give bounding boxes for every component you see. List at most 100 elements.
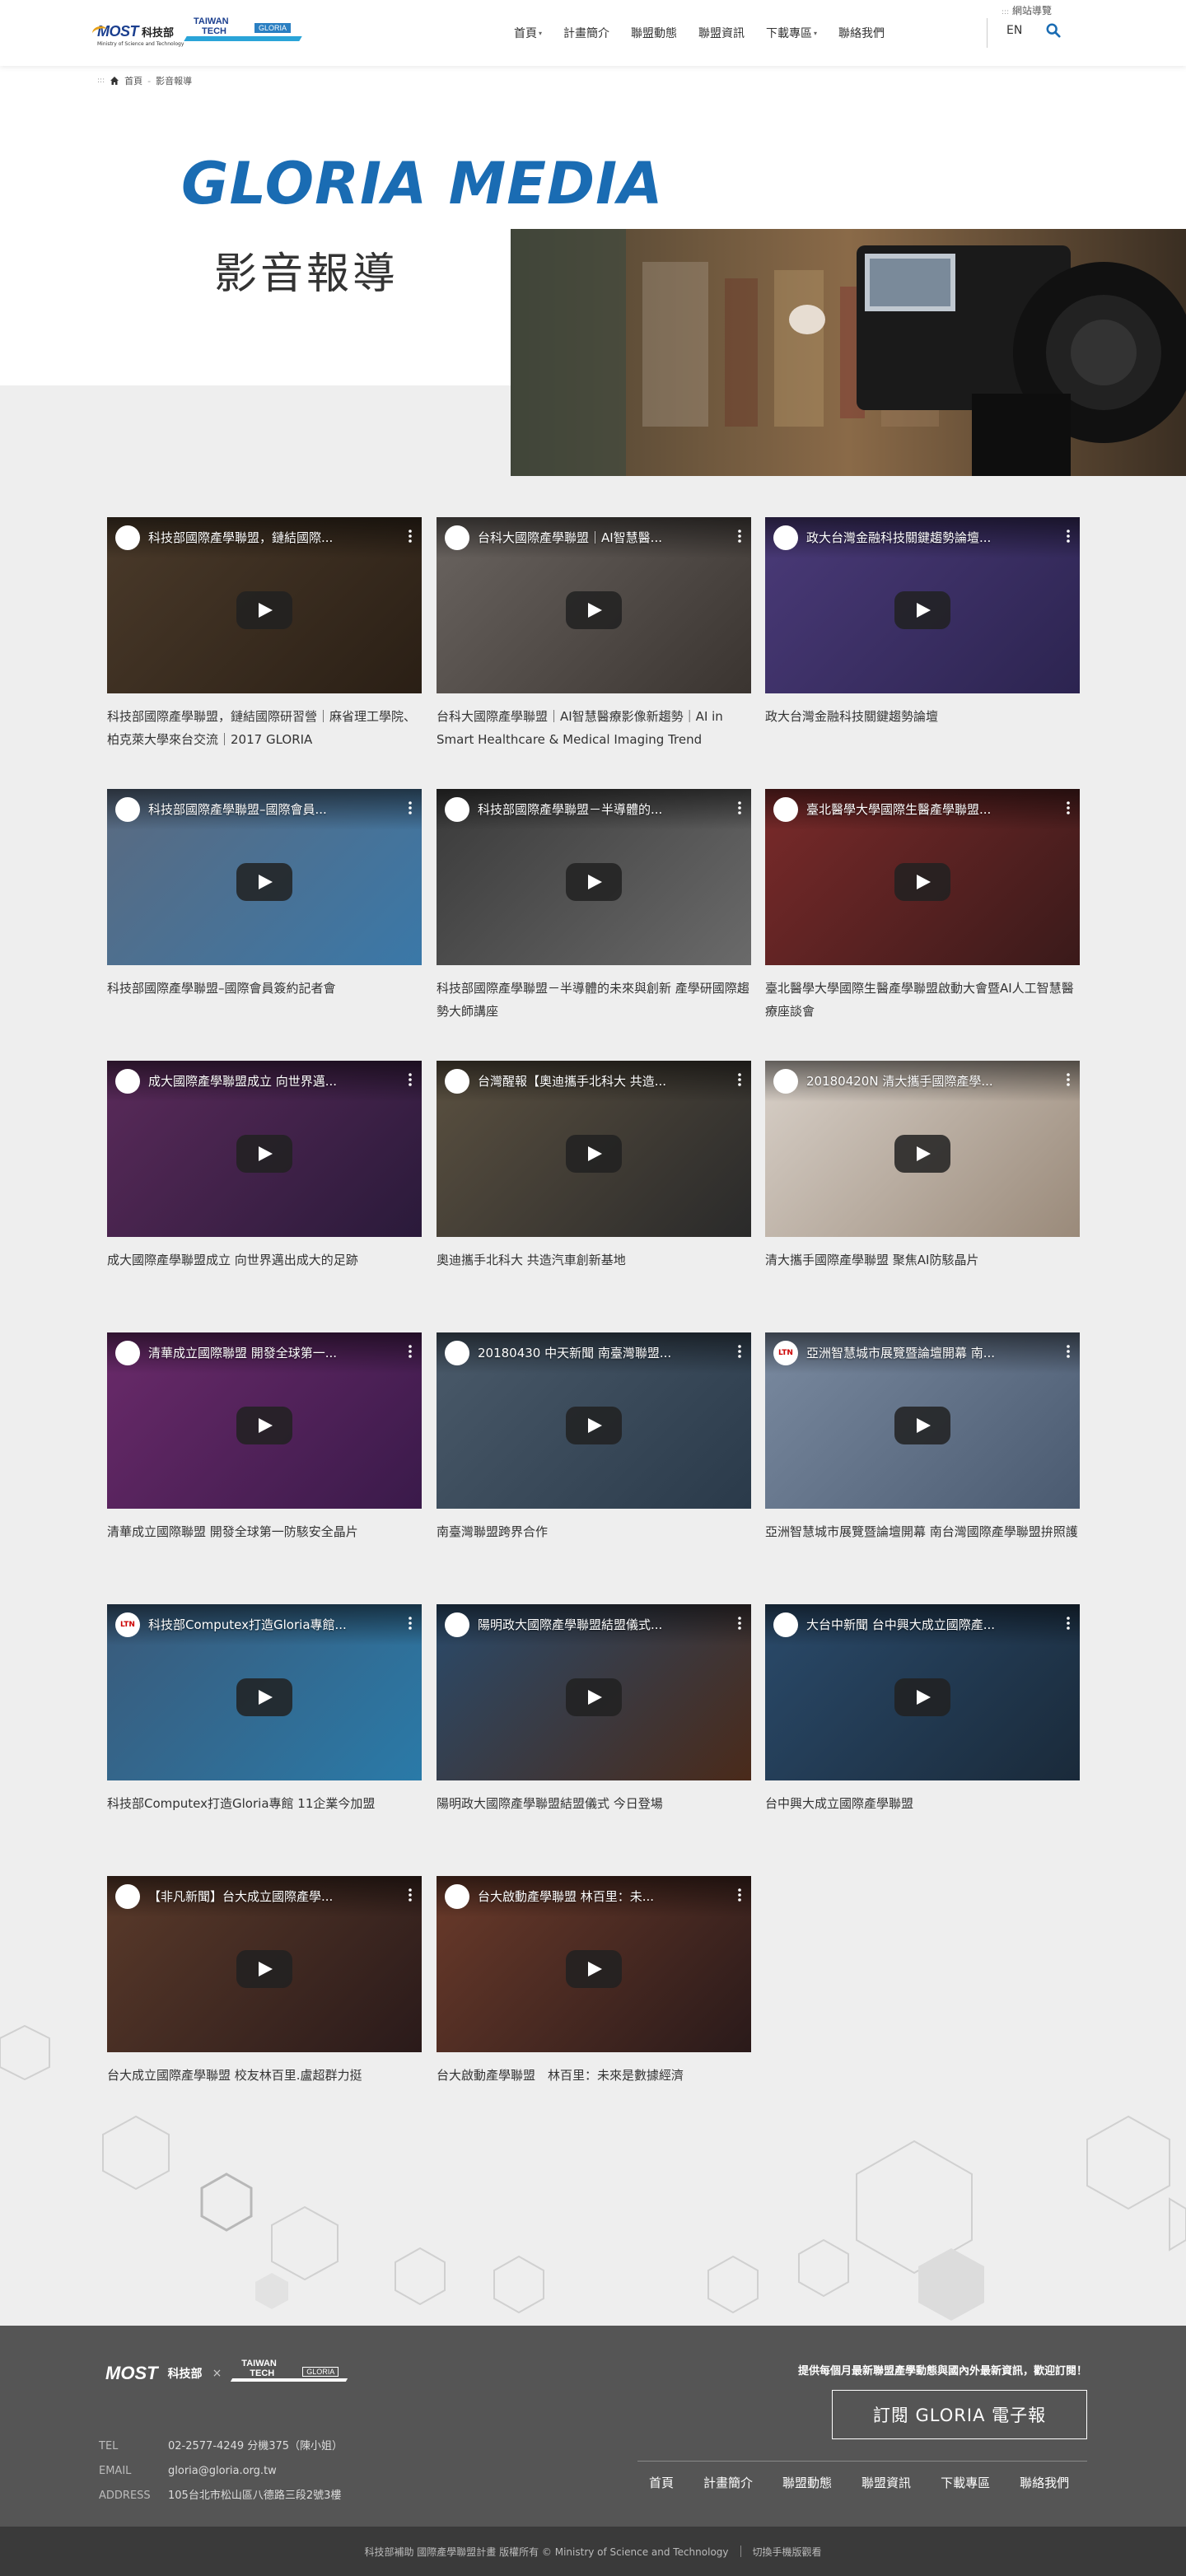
more-options-icon[interactable] bbox=[1067, 1072, 1070, 1087]
nav-item-2[interactable]: 聯盟動態 bbox=[631, 25, 677, 41]
channel-avatar[interactable]: LTN bbox=[115, 1612, 140, 1637]
play-icon[interactable] bbox=[236, 591, 292, 629]
video-title[interactable]: 科技部國際產學聯盟–國際會員... bbox=[148, 800, 395, 818]
video-title[interactable]: 台灣醒報【奧迪攜手北科大 共造... bbox=[478, 1072, 725, 1090]
footer-nav-item-2[interactable]: 聯盟動態 bbox=[782, 2474, 832, 2491]
more-options-icon[interactable] bbox=[409, 1072, 412, 1087]
play-icon[interactable] bbox=[566, 1407, 622, 1444]
more-options-icon[interactable] bbox=[738, 800, 741, 815]
play-icon[interactable] bbox=[894, 591, 950, 629]
more-options-icon[interactable] bbox=[738, 1888, 741, 1902]
footer-nav-item-3[interactable]: 聯盟資訊 bbox=[861, 2474, 911, 2491]
nav-item-4[interactable]: 下載專區 ▾ bbox=[766, 25, 817, 41]
video-title[interactable]: 台科大國際產學聯盟｜AI智慧醫... bbox=[478, 529, 725, 546]
video-title[interactable]: 【非凡新聞】台大成立國際產學... bbox=[148, 1888, 395, 1905]
video-player[interactable]: LTN 科技部Computex打造Gloria專館... bbox=[107, 1604, 422, 1780]
more-options-icon[interactable] bbox=[1067, 529, 1070, 544]
channel-avatar[interactable] bbox=[773, 1069, 798, 1094]
video-title[interactable]: 20180430 中天新聞 南臺灣聯盟... bbox=[478, 1344, 725, 1361]
play-icon[interactable] bbox=[894, 1678, 950, 1716]
video-title[interactable]: 大台中新聞 台中興大成立國際產... bbox=[806, 1616, 1053, 1633]
nav-item-3[interactable]: 聯盟資訊 bbox=[698, 25, 745, 41]
video-player[interactable]: 臺北醫學大學國際生醫產學聯盟... bbox=[765, 789, 1080, 965]
channel-avatar[interactable] bbox=[115, 525, 140, 550]
channel-avatar[interactable] bbox=[773, 797, 798, 822]
more-options-icon[interactable] bbox=[738, 1072, 741, 1087]
more-options-icon[interactable] bbox=[409, 800, 412, 815]
channel-avatar[interactable] bbox=[445, 1069, 469, 1094]
video-title[interactable]: 科技部國際產學聯盟，鏈結國際... bbox=[148, 529, 395, 546]
channel-avatar[interactable] bbox=[445, 797, 469, 822]
play-icon[interactable] bbox=[894, 863, 950, 901]
video-title[interactable]: 20180420N 清大攜手國際產學... bbox=[806, 1072, 1053, 1090]
nav-item-5[interactable]: 聯絡我們 bbox=[838, 25, 885, 41]
home-icon[interactable] bbox=[110, 76, 119, 86]
video-player[interactable]: 成大國際產學聯盟成立 向世界邁... bbox=[107, 1061, 422, 1237]
channel-avatar[interactable] bbox=[445, 1612, 469, 1637]
channel-avatar[interactable] bbox=[445, 525, 469, 550]
channel-avatar[interactable]: LTN bbox=[773, 1341, 798, 1365]
more-options-icon[interactable] bbox=[1067, 1344, 1070, 1359]
taiwan-tech-logo[interactable]: TAIWAN TECH GLORIA bbox=[184, 15, 302, 48]
video-player[interactable]: 科技部國際產學聯盟–國際會員... bbox=[107, 789, 422, 965]
video-player[interactable]: 政大台灣金融科技關鍵趨勢論壇... bbox=[765, 517, 1080, 693]
breadcrumb-home[interactable]: 首頁 bbox=[124, 74, 142, 87]
footer-nav-item-4[interactable]: 下載專區 bbox=[941, 2474, 990, 2491]
play-icon[interactable] bbox=[566, 1678, 622, 1716]
more-options-icon[interactable] bbox=[1067, 1616, 1070, 1631]
channel-avatar[interactable] bbox=[115, 1341, 140, 1365]
video-title[interactable]: 科技部Computex打造Gloria專館... bbox=[148, 1616, 395, 1633]
play-icon[interactable] bbox=[566, 863, 622, 901]
search-icon[interactable] bbox=[1046, 23, 1061, 38]
video-player[interactable]: 台大啟動產學聯盟 林百里：未... bbox=[437, 1876, 751, 2052]
lang-switch-en[interactable]: EN bbox=[1006, 24, 1022, 37]
video-player[interactable]: 大台中新聞 台中興大成立國際產... bbox=[765, 1604, 1080, 1780]
channel-avatar[interactable] bbox=[445, 1884, 469, 1909]
video-title[interactable]: 台大啟動產學聯盟 林百里：未... bbox=[478, 1888, 725, 1905]
video-player[interactable]: 清華成立國際聯盟 開發全球第一... bbox=[107, 1332, 422, 1509]
footer-nav-item-5[interactable]: 聯絡我們 bbox=[1020, 2474, 1069, 2491]
video-player[interactable]: 20180430 中天新聞 南臺灣聯盟... bbox=[437, 1332, 751, 1509]
play-icon[interactable] bbox=[566, 1950, 622, 1988]
channel-avatar[interactable] bbox=[115, 1884, 140, 1909]
play-icon[interactable] bbox=[236, 1407, 292, 1444]
video-title[interactable]: 科技部國際產學聯盟－半導體的... bbox=[478, 800, 725, 818]
mobile-version-link[interactable]: 切換手機版觀看 bbox=[753, 2545, 822, 2559]
video-player[interactable]: 【非凡新聞】台大成立國際產學... bbox=[107, 1876, 422, 2052]
play-icon[interactable] bbox=[566, 1135, 622, 1173]
video-title[interactable]: 成大國際產學聯盟成立 向世界邁... bbox=[148, 1072, 395, 1090]
play-icon[interactable] bbox=[894, 1407, 950, 1444]
more-options-icon[interactable] bbox=[738, 1616, 741, 1631]
channel-avatar[interactable] bbox=[115, 1069, 140, 1094]
more-options-icon[interactable] bbox=[409, 1344, 412, 1359]
most-logo[interactable]: MOST 科技部 Ministry of Science and Technol… bbox=[97, 23, 184, 47]
play-icon[interactable] bbox=[236, 1950, 292, 1988]
video-player[interactable]: LTN 亞洲智慧城市展覽暨論壇開幕 南... bbox=[765, 1332, 1080, 1509]
channel-avatar[interactable] bbox=[773, 525, 798, 550]
sitemap-link[interactable]: ::: 網站導覽 bbox=[1002, 3, 1052, 17]
logo-group[interactable]: MOST 科技部 Ministry of Science and Technol… bbox=[97, 15, 302, 48]
video-title[interactable]: 政大台灣金融科技關鍵趨勢論壇... bbox=[806, 529, 1053, 546]
video-player[interactable]: 陽明政大國際產學聯盟結盟儀式... bbox=[437, 1604, 751, 1780]
more-options-icon[interactable] bbox=[1067, 800, 1070, 815]
play-icon[interactable] bbox=[236, 863, 292, 901]
play-icon[interactable] bbox=[566, 591, 622, 629]
play-icon[interactable] bbox=[236, 1135, 292, 1173]
channel-avatar[interactable] bbox=[115, 797, 140, 822]
nav-item-0[interactable]: 首頁 ▾ bbox=[514, 25, 542, 41]
video-title[interactable]: 臺北醫學大學國際生醫產學聯盟... bbox=[806, 800, 1053, 818]
video-title[interactable]: 陽明政大國際產學聯盟結盟儀式... bbox=[478, 1616, 725, 1633]
subscribe-newsletter-button[interactable]: 訂閱 GLORIA 電子報 bbox=[832, 2390, 1087, 2439]
channel-avatar[interactable] bbox=[445, 1341, 469, 1365]
more-options-icon[interactable] bbox=[738, 1344, 741, 1359]
footer-nav-item-0[interactable]: 首頁 bbox=[649, 2474, 674, 2491]
video-player[interactable]: 科技部國際產學聯盟－半導體的... bbox=[437, 789, 751, 965]
footer-nav-item-1[interactable]: 計畫簡介 bbox=[703, 2474, 753, 2491]
video-player[interactable]: 台灣醒報【奧迪攜手北科大 共造... bbox=[437, 1061, 751, 1237]
channel-avatar[interactable] bbox=[773, 1612, 798, 1637]
nav-item-1[interactable]: 計畫簡介 bbox=[563, 25, 609, 41]
video-player[interactable]: 20180420N 清大攜手國際產學... bbox=[765, 1061, 1080, 1237]
video-title[interactable]: 亞洲智慧城市展覽暨論壇開幕 南... bbox=[806, 1344, 1053, 1361]
more-options-icon[interactable] bbox=[738, 529, 741, 544]
video-title[interactable]: 清華成立國際聯盟 開發全球第一... bbox=[148, 1344, 395, 1361]
